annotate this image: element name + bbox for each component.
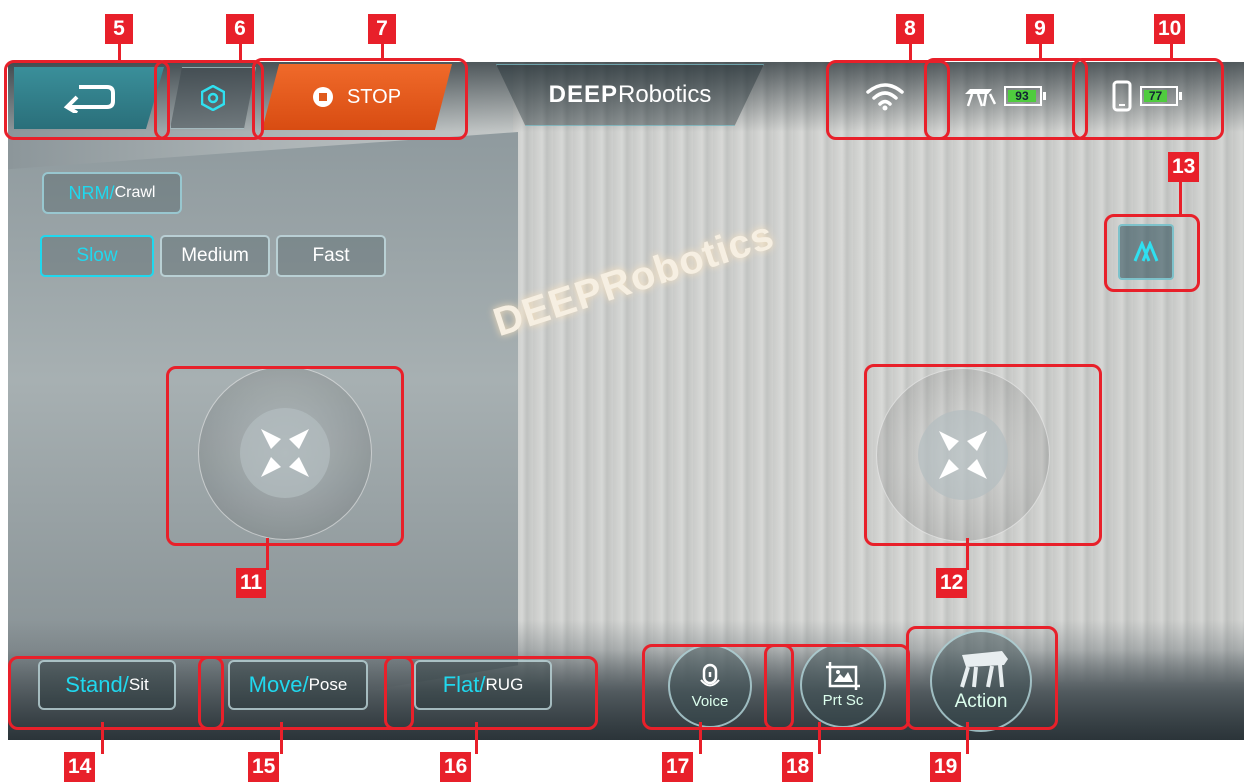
left-joystick[interactable] <box>198 366 372 540</box>
callout-line-13 <box>1179 182 1182 216</box>
microphone-icon <box>700 663 720 686</box>
callout-number-15: 15 <box>248 752 280 782</box>
callout-line-12 <box>966 538 969 570</box>
screenshot-button[interactable]: Prt Sc <box>800 642 886 728</box>
robot-battery-icon: 93 <box>1004 86 1046 106</box>
callout-line-9 <box>1039 44 1042 60</box>
robot-dog-icon <box>965 89 996 107</box>
phone-icon <box>1112 80 1132 112</box>
callout-line-8 <box>909 44 912 62</box>
phone-battery-icon: 77 <box>1140 86 1182 106</box>
speed-fast-button[interactable]: Fast <box>276 235 386 277</box>
callout-number-8: 8 <box>896 14 924 44</box>
callout-line-14 <box>101 722 104 754</box>
speed-selector: Slow Medium Fast <box>40 235 386 277</box>
robot-battery-value: 93 <box>1008 89 1036 103</box>
callout-line-18 <box>818 722 821 754</box>
wifi-status <box>830 64 940 128</box>
stop-button[interactable]: STOP <box>262 64 452 130</box>
callout-number-16: 16 <box>440 752 472 782</box>
callout-line-17 <box>699 722 702 754</box>
callout-line-10 <box>1170 44 1173 60</box>
stand-sit-toggle[interactable]: Stand / Sit <box>38 660 176 710</box>
wifi-icon <box>866 83 904 111</box>
mode-secondary: Crawl <box>114 184 156 201</box>
screenshot-icon <box>826 661 860 690</box>
speed-slow-button[interactable]: Slow <box>40 235 154 277</box>
stand-label: Stand <box>65 672 123 697</box>
back-button[interactable] <box>14 67 164 129</box>
brand-bold: DEEP <box>548 81 618 108</box>
gait-mode-toggle[interactable]: NRM / Crawl <box>42 172 182 214</box>
callout-number-12: 12 <box>936 568 968 598</box>
sit-label: Sit <box>128 675 149 694</box>
robot-battery-status: 93 <box>934 64 1074 128</box>
callout-number-18: 18 <box>782 752 814 782</box>
action-label: Action <box>954 691 1008 712</box>
back-arrow-icon <box>63 85 115 113</box>
turn-arrows-icon <box>939 431 987 479</box>
callout-number-7: 7 <box>368 14 396 44</box>
left-joystick-knob[interactable] <box>240 408 330 498</box>
flat-rug-toggle[interactable]: Flat / RUG <box>414 660 552 710</box>
flat-label: Flat <box>442 672 480 697</box>
pose-label: Pose <box>308 675 348 694</box>
right-joystick[interactable] <box>876 368 1050 542</box>
collapse-button[interactable] <box>1118 224 1174 280</box>
callout-line-5 <box>118 44 121 62</box>
brand-light: Robotics <box>617 81 712 108</box>
settings-hex-icon <box>201 85 225 111</box>
action-button[interactable]: Action <box>930 630 1032 732</box>
speed-medium-button[interactable]: Medium <box>160 235 270 277</box>
robot-dog-action-icon <box>960 651 1008 688</box>
callout-number-13: 13 <box>1168 152 1200 182</box>
callout-number-6: 6 <box>226 14 254 44</box>
callout-line-7 <box>381 44 384 60</box>
stop-icon <box>312 87 333 107</box>
stop-label: STOP <box>346 85 402 108</box>
callout-line-11 <box>266 538 269 570</box>
callout-line-15 <box>280 722 283 754</box>
callout-line-6 <box>239 44 242 62</box>
prtsc-label: Prt Sc <box>822 691 864 709</box>
bottom-shade <box>8 650 1244 740</box>
move-arrows-icon <box>261 429 309 477</box>
callout-number-14: 14 <box>64 752 96 782</box>
move-label: Move <box>248 672 303 697</box>
voice-label: Voice <box>691 692 729 710</box>
camera-feed: DEEPRobotics <box>8 62 1244 740</box>
callout-number-17: 17 <box>662 752 694 782</box>
callout-number-19: 19 <box>930 752 962 782</box>
wall-right <box>513 62 1244 682</box>
voice-button[interactable]: Voice <box>668 644 752 728</box>
double-chevron-up-icon <box>1133 241 1159 262</box>
phone-battery-status: 77 <box>1082 64 1212 128</box>
right-joystick-knob[interactable] <box>918 410 1008 500</box>
rug-label: RUG <box>485 675 524 694</box>
brand-logo: DEEP Robotics <box>496 64 764 126</box>
callout-line-19 <box>966 722 969 754</box>
callout-number-9: 9 <box>1026 14 1054 44</box>
callout-line-16 <box>475 722 478 754</box>
callout-number-5: 5 <box>105 14 133 44</box>
phone-battery-value: 77 <box>1144 89 1168 103</box>
mode-primary: NRM <box>68 182 110 203</box>
move-pose-toggle[interactable]: Move / Pose <box>228 660 368 710</box>
callout-number-10: 10 <box>1154 14 1186 44</box>
settings-button[interactable] <box>170 67 256 129</box>
callout-number-11: 11 <box>236 568 267 598</box>
